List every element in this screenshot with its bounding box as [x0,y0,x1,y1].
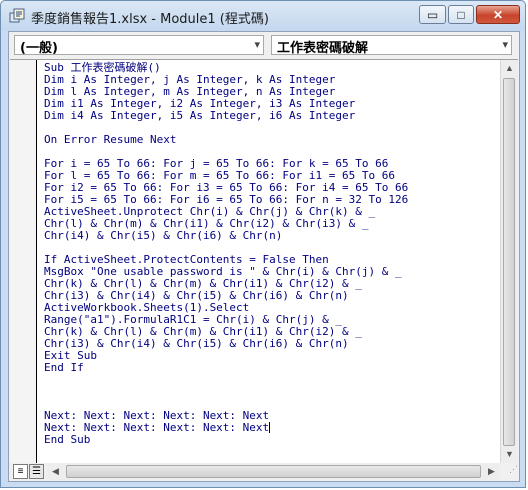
maximize-button[interactable]: □ [448,5,474,24]
resize-grip-icon[interactable]: ⋰ [501,464,518,481]
procedure-dropdown-value: 工作表密碼破解 [277,41,369,56]
maximize-icon: □ [457,7,465,22]
chevron-down-icon: ▾ [502,38,508,51]
close-button[interactable]: ✕ [476,5,520,24]
code-line[interactable]: Dim i4 As Integer, i5 As Integer, i6 As … [44,109,355,122]
vertical-scrollbar[interactable]: ▲ ▼ [500,60,518,463]
code-line[interactable]: End Sub [44,433,90,446]
bottom-bar: ≡ ☰ ◀ ▶ ⋰ [10,463,518,481]
full-module-view-button[interactable]: ☰ [29,464,44,479]
code-line[interactable]: On Error Resume Next [44,133,176,146]
procedure-view-button[interactable]: ≡ [13,464,28,479]
procedure-dropdown[interactable]: 工作表密碼破解 ▾ [271,35,512,56]
vba-module-icon [9,8,25,23]
object-dropdown-value: (一般) [20,41,58,56]
title-bar[interactable]: 季度銷售報告1.xlsx - Module1 (程式碼) ▭ □ ✕ [1,1,525,31]
scroll-left-icon[interactable]: ◀ [47,463,64,480]
horizontal-scroll-thumb[interactable] [66,465,481,478]
code-editor[interactable]: Sub 工作表密碼破解() Dim i As Integer, j As Int… [10,59,518,463]
code-line[interactable]: Chr(i4) & Chr(i5) & Chr(i6) & Chr(n) [44,229,282,242]
scroll-down-icon[interactable]: ▼ [501,446,518,463]
vertical-scroll-thumb[interactable] [503,78,515,446]
procedure-view-icon: ≡ [17,466,24,477]
code-text[interactable]: Sub 工作表密碼破解() Dim i As Integer, j As Int… [44,62,408,446]
text-caret [269,422,271,433]
code-pane: (一般) ▾ 工作表密碼破解 ▾ Sub 工作表密碼破解() Dim i As … [8,31,520,482]
margin-indicator-bar[interactable] [10,60,37,463]
full-module-view-icon: ☰ [32,466,41,477]
horizontal-scrollbar[interactable]: ◀ ▶ [47,463,500,480]
object-dropdown[interactable]: (一般) ▾ [14,35,264,56]
minimize-icon: ▭ [426,7,439,22]
window-title: 季度銷售報告1.xlsx - Module1 (程式碼) [31,12,269,27]
scroll-up-icon[interactable]: ▲ [501,60,518,77]
code-line[interactable]: End If [44,361,84,374]
minimize-button[interactable]: ▭ [419,5,446,24]
close-icon: ✕ [492,7,504,22]
chevron-down-icon: ▾ [254,38,260,51]
vba-code-window: 季度銷售報告1.xlsx - Module1 (程式碼) ▭ □ ✕ (一般) … [0,0,526,488]
scroll-right-icon[interactable]: ▶ [483,463,500,480]
